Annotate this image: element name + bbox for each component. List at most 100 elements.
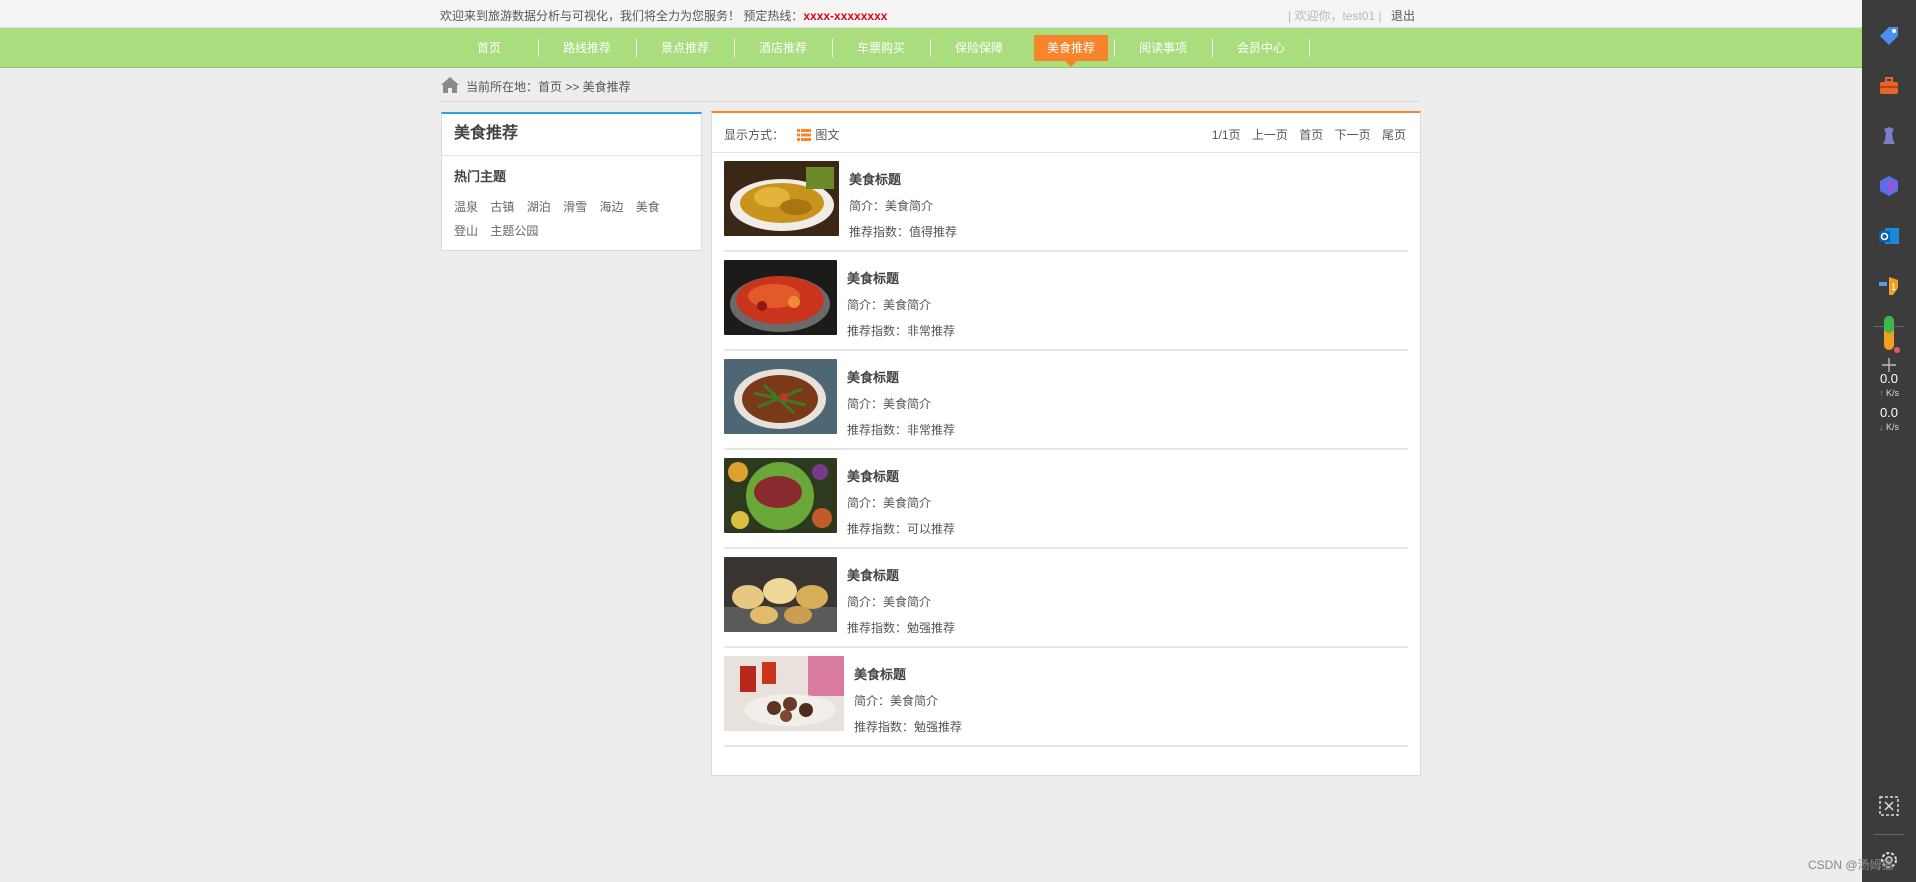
chess-icon[interactable]	[1877, 124, 1901, 148]
topic-tag[interactable]: 湖泊	[527, 195, 551, 219]
topic-tag[interactable]: 主题公园	[490, 219, 538, 243]
display-mode-value[interactable]: 图文	[815, 128, 839, 142]
nav-item-member[interactable]: 会员中心	[1212, 35, 1310, 61]
topic-tag[interactable]: 滑雪	[563, 195, 587, 219]
hotline-number: xxxx-xxxxxxxx	[803, 9, 888, 23]
meter-icon	[1884, 316, 1900, 353]
food-rating: 推荐指数：勉强推荐	[854, 720, 963, 734]
download-speed: 0.0 ↓ K/s	[1862, 406, 1916, 434]
upload-speed-unit: K/s	[1886, 388, 1900, 398]
last-page-link[interactable]: 尾页	[1382, 128, 1406, 142]
display-mode: 显示方式： 图文	[724, 126, 839, 143]
topic-tag[interactable]: 美食	[636, 195, 660, 219]
outlook-icon[interactable]	[1877, 224, 1901, 248]
download-arrow-icon: ↓	[1878, 422, 1884, 432]
food-title[interactable]: 美食标题	[849, 167, 957, 193]
food-list-panel: 显示方式： 图文 1/1页 上一页 首页 下一页 尾页 美食标题 简介：美食简介…	[711, 111, 1421, 776]
nav-item-attractions[interactable]: 景点推荐	[636, 35, 734, 61]
food-info: 美食标题 简介：美食简介 推荐指数：可以推荐	[847, 464, 955, 542]
topic-tags: 温泉 古镇 湖泊 滑雪 海边 美食 登山 主题公园	[442, 185, 701, 243]
nav-item-insurance[interactable]: 保险保障	[930, 35, 1028, 61]
upload-speed-value: 0.0	[1879, 371, 1899, 386]
food-intro: 简介：美食简介	[847, 397, 932, 411]
food-title[interactable]: 美食标题	[847, 266, 955, 292]
prev-page-link[interactable]: 上一页	[1252, 128, 1288, 142]
badge-icon[interactable]: 1	[1877, 274, 1901, 298]
food-rating: 推荐指数：勉强推荐	[847, 621, 956, 635]
page-info: 1/1页	[1211, 128, 1241, 142]
food-image[interactable]	[724, 557, 837, 632]
food-info: 美食标题 简介：美食简介 推荐指数：勉强推荐	[854, 662, 962, 740]
list-view-icon[interactable]	[797, 129, 812, 141]
nav-item-food[interactable]: 美食推荐	[1034, 35, 1108, 67]
food-item[interactable]: 美食标题 简介：美食简介 推荐指数：值得推荐	[724, 153, 1408, 252]
first-page-link[interactable]: 首页	[1299, 128, 1323, 142]
active-arrow-icon	[1065, 61, 1077, 67]
food-image[interactable]	[724, 359, 837, 434]
nav-item-home[interactable]: 首页	[440, 35, 538, 61]
tag-icon[interactable]	[1877, 24, 1901, 48]
download-speed-unit: K/s	[1886, 422, 1900, 432]
food-rating: 推荐指数：可以推荐	[847, 522, 956, 536]
nav-item-notes[interactable]: 阅读事项	[1114, 35, 1212, 61]
next-page-link[interactable]: 下一页	[1335, 128, 1371, 142]
top-bar: 欢迎来到旅游数据分析与可视化，我们将全力为您服务！ 预定热线：xxxx-xxxx…	[0, 0, 1862, 28]
nav-item-tickets[interactable]: 车票购买	[832, 35, 930, 61]
copilot-icon[interactable]	[1877, 174, 1901, 198]
food-item[interactable]: 美食标题 简介：美食简介 推荐指数：勉强推荐	[724, 648, 1408, 747]
food-intro: 简介：美食简介	[847, 496, 932, 510]
page: 欢迎来到旅游数据分析与可视化，我们将全力为您服务！ 预定热线：xxxx-xxxx…	[0, 0, 1862, 882]
user-box: | 欢迎你，test01 | 退出	[1288, 7, 1415, 24]
food-rating: 推荐指数：非常推荐	[847, 423, 956, 437]
food-image[interactable]	[724, 656, 844, 731]
food-info: 美食标题 简介：美食简介 推荐指数：勉强推荐	[847, 563, 955, 641]
food-item[interactable]: 美食标题 简介：美食简介 推荐指数：勉强推荐	[724, 549, 1408, 648]
food-info: 美食标题 简介：美食简介 推荐指数：非常推荐	[847, 266, 955, 344]
food-title[interactable]: 美食标题	[847, 464, 955, 490]
logout-link[interactable]: 退出	[1391, 9, 1415, 23]
system-sidebar: 1 0.0 ↑ K/s 0.0 ↓ K/s	[1862, 0, 1916, 882]
food-info: 美食标题 简介：美食简介 推荐指数：非常推荐	[847, 365, 955, 443]
hot-topics-heading: 热门主题	[454, 169, 507, 184]
food-item[interactable]: 美食标题 简介：美食简介 推荐指数：非常推荐	[724, 252, 1408, 351]
nav-item-routes[interactable]: 路线推荐	[538, 35, 636, 61]
food-intro: 简介：美食简介	[847, 595, 932, 609]
main-nav: 首页 路线推荐 景点推荐 酒店推荐 车票购买 保险保障 美食推荐 阅读事项 会员…	[0, 28, 1862, 68]
download-speed-value: 0.0	[1879, 405, 1899, 420]
display-mode-label: 显示方式：	[724, 128, 785, 142]
screenshot-icon[interactable]	[1877, 794, 1901, 818]
food-rating: 推荐指数：值得推荐	[849, 225, 958, 239]
nav-item-hotels[interactable]: 酒店推荐	[734, 35, 832, 61]
topic-tag[interactable]: 温泉	[454, 195, 478, 219]
food-item[interactable]: 美食标题 简介：美食简介 推荐指数：可以推荐	[724, 450, 1408, 549]
breadcrumb-text: 当前所在地：首页 >> 美食推荐	[466, 80, 631, 94]
nav-item-food-label: 美食推荐	[1046, 41, 1095, 55]
upload-speed: 0.0 ↑ K/s	[1862, 372, 1916, 400]
list-toolbar: 显示方式： 图文 1/1页 上一页 首页 下一页 尾页	[712, 113, 1420, 153]
food-info: 美食标题 简介：美食简介 推荐指数：值得推荐	[849, 167, 957, 245]
food-image[interactable]	[724, 161, 839, 236]
food-title[interactable]: 美食标题	[847, 365, 955, 391]
upload-arrow-icon: ↑	[1878, 388, 1884, 398]
food-rating: 推荐指数：非常推荐	[847, 324, 956, 338]
home-icon	[441, 77, 459, 93]
user-greeting: | 欢迎你，test01 |	[1288, 9, 1382, 23]
breadcrumb: 当前所在地：首页 >> 美食推荐	[440, 75, 1420, 102]
toolbox-icon[interactable]	[1877, 74, 1901, 98]
food-title[interactable]: 美食标题	[847, 563, 955, 589]
food-intro: 简介：美食简介	[847, 298, 932, 312]
svg-text:1: 1	[1891, 282, 1896, 292]
watermark: CSDN @汤姆猫	[1808, 858, 1894, 872]
food-image[interactable]	[724, 260, 837, 335]
food-intro: 简介：美食简介	[849, 199, 934, 213]
left-panel: 美食推荐 热门主题 温泉 古镇 湖泊 滑雪 海边 美食 登山 主题公园	[441, 112, 702, 251]
sidebar-separator	[1874, 834, 1904, 835]
food-item[interactable]: 美食标题 简介：美食简介 推荐指数：非常推荐	[724, 351, 1408, 450]
welcome-text: 欢迎来到旅游数据分析与可视化，我们将全力为您服务！ 预定热线：xxxx-xxxx…	[440, 7, 887, 24]
food-title[interactable]: 美食标题	[854, 662, 962, 688]
topic-tag[interactable]: 登山	[454, 219, 478, 243]
food-image[interactable]	[724, 458, 837, 533]
topic-tag[interactable]: 海边	[599, 195, 623, 219]
topic-tag[interactable]: 古镇	[490, 195, 514, 219]
food-intro: 简介：美食简介	[854, 694, 939, 708]
